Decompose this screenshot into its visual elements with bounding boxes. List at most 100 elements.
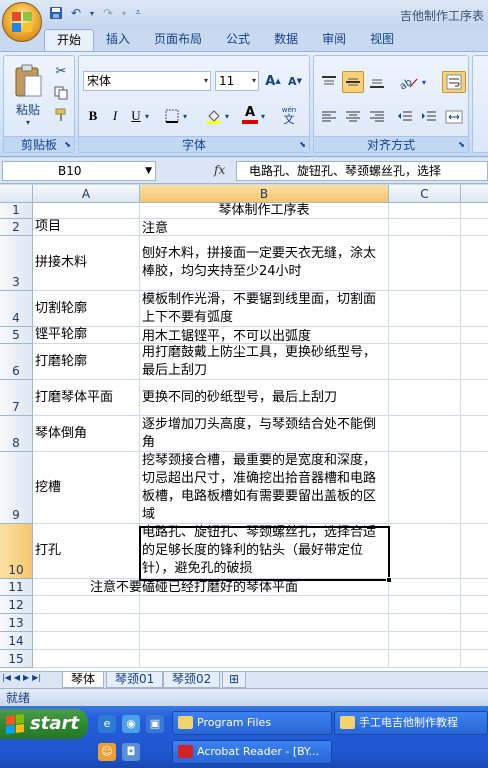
tab-formulas[interactable]: 公式: [214, 29, 262, 51]
undo-dropdown-icon[interactable]: ▾: [88, 5, 96, 21]
row-header[interactable]: 12: [0, 596, 33, 614]
align-right-button[interactable]: [366, 106, 388, 128]
cell-c[interactable]: [389, 219, 461, 236]
save-icon[interactable]: [48, 5, 64, 21]
cell-b[interactable]: [140, 596, 389, 614]
taskbar-item-program-files[interactable]: Program Files: [172, 711, 332, 735]
tab-data[interactable]: 数据: [262, 29, 310, 51]
row-header[interactable]: 10: [0, 524, 33, 579]
office-button[interactable]: [2, 2, 42, 42]
cell-c[interactable]: [389, 650, 461, 668]
quicklaunch-app-icon[interactable]: ◘: [122, 743, 140, 761]
cell-b[interactable]: [140, 614, 389, 632]
taskbar-item-acrobat[interactable]: Acrobat Reader - [BY...: [172, 740, 332, 764]
name-box[interactable]: B10 ▼: [2, 161, 156, 181]
cell-c[interactable]: [389, 632, 461, 650]
prev-sheet-icon[interactable]: ◀: [14, 673, 20, 682]
cell-d[interactable]: [461, 579, 488, 596]
format-painter-icon[interactable]: [52, 106, 70, 124]
cell-d[interactable]: [461, 596, 488, 614]
sheet-tab-qinti[interactable]: 琴体: [62, 672, 105, 688]
alignment-launcher-icon[interactable]: ⬊: [458, 140, 465, 149]
row-header[interactable]: 15: [0, 650, 33, 668]
row-header[interactable]: 6: [0, 344, 33, 380]
font-color-button[interactable]: A: [239, 104, 261, 126]
row-header[interactable]: 2: [0, 219, 33, 236]
orientation-dropdown-icon[interactable]: ▾: [422, 78, 426, 87]
fill-color-dropdown-icon[interactable]: ▾: [225, 112, 229, 121]
cell-c[interactable]: [389, 614, 461, 632]
cell-b[interactable]: 挖琴颈接合槽，最重要的是宽度和深度，切忌超出尺寸，准确挖出拾音器槽和电路板槽，电…: [140, 452, 389, 524]
underline-button[interactable]: U: [127, 106, 145, 126]
font-size-select[interactable]: 11 ▾: [215, 71, 259, 91]
paste-button[interactable]: 粘贴 ▾: [8, 60, 48, 130]
tab-home[interactable]: 开始: [44, 29, 95, 51]
select-all-corner[interactable]: [0, 185, 33, 203]
cell-b[interactable]: 模板制作光滑，不要锯到线里面，切割面上下不要有弧度: [140, 291, 389, 327]
cell-d[interactable]: [461, 650, 488, 668]
row-header[interactable]: 7: [0, 380, 33, 416]
taskbar-item-guitar-tutorial[interactable]: 手工电吉他制作教程: [334, 711, 488, 735]
row-header[interactable]: 9: [0, 452, 33, 524]
row-header[interactable]: 5: [0, 327, 33, 344]
tab-page-layout[interactable]: 页面布局: [142, 29, 214, 51]
column-header-d[interactable]: [461, 185, 488, 203]
cell-b[interactable]: 琴体制作工序表: [140, 203, 389, 219]
cell-d[interactable]: [461, 344, 488, 380]
align-center-button[interactable]: [342, 106, 364, 128]
row-header[interactable]: 8: [0, 416, 33, 452]
last-sheet-icon[interactable]: ▶|: [32, 673, 41, 682]
cell-a[interactable]: 切割轮廓: [33, 291, 140, 327]
cell-d[interactable]: [461, 524, 488, 579]
increase-indent-button[interactable]: [418, 106, 440, 128]
cell-d[interactable]: [461, 380, 488, 416]
cell-c[interactable]: [389, 344, 461, 380]
fx-icon[interactable]: fx: [214, 163, 225, 177]
orientation-button[interactable]: ab: [394, 71, 422, 93]
borders-dropdown-icon[interactable]: ▾: [183, 112, 187, 121]
cell-b[interactable]: 注意: [140, 219, 389, 236]
cell-c[interactable]: [389, 596, 461, 614]
bold-button[interactable]: B: [83, 106, 103, 126]
row-header[interactable]: 14: [0, 632, 33, 650]
clipboard-launcher-icon[interactable]: ⬊: [64, 140, 71, 149]
cell-a[interactable]: 打磨琴体平面: [33, 380, 140, 416]
redo-dropdown-icon[interactable]: ▾: [120, 5, 128, 21]
borders-button[interactable]: [161, 106, 183, 126]
row-header[interactable]: 11: [0, 579, 33, 596]
first-sheet-icon[interactable]: |◀: [2, 673, 11, 682]
fill-color-button[interactable]: [203, 106, 225, 126]
cell-a[interactable]: [33, 203, 140, 219]
cell-c[interactable]: [389, 380, 461, 416]
redo-icon[interactable]: ↷: [100, 5, 116, 21]
row-header[interactable]: 13: [0, 614, 33, 632]
cell-d[interactable]: [461, 236, 488, 291]
start-button[interactable]: start: [0, 709, 88, 739]
cell-a[interactable]: 项目: [33, 219, 140, 236]
cut-icon[interactable]: ✂: [52, 62, 70, 80]
align-top-button[interactable]: [318, 71, 340, 93]
cell-d[interactable]: [461, 632, 488, 650]
quicklaunch-messenger-icon[interactable]: ☺: [98, 743, 116, 761]
shrink-font-button[interactable]: A ▼: [285, 71, 305, 91]
cell-a[interactable]: 拼接木料: [33, 236, 140, 291]
font-name-select[interactable]: 宋体 ▾: [83, 71, 211, 91]
quicklaunch-media-icon[interactable]: ◉: [122, 715, 140, 733]
tab-insert[interactable]: 插入: [94, 29, 142, 51]
cell-a[interactable]: 琴体倒角: [33, 416, 140, 452]
cell-b[interactable]: 逐步增加刀头高度，与琴颈结合处不能倒角: [140, 416, 389, 452]
wrap-text-button[interactable]: [442, 71, 466, 93]
cell-b[interactable]: [140, 650, 389, 668]
cell-a[interactable]: [33, 614, 140, 632]
cell-b[interactable]: [140, 632, 389, 650]
cell-d[interactable]: [461, 291, 488, 327]
cell-a[interactable]: [33, 650, 140, 668]
sheet-tab-qinjing01[interactable]: 琴颈01: [106, 672, 164, 688]
column-header-c[interactable]: C: [389, 185, 461, 203]
cell-a[interactable]: 打磨轮廓: [33, 344, 140, 380]
cell-d[interactable]: [461, 452, 488, 524]
cell-a[interactable]: 挖槽: [33, 452, 140, 524]
grow-font-button[interactable]: A ▲: [263, 71, 283, 91]
merge-center-button[interactable]: [442, 106, 466, 128]
customize-qat-icon[interactable]: ⩡: [132, 5, 144, 21]
